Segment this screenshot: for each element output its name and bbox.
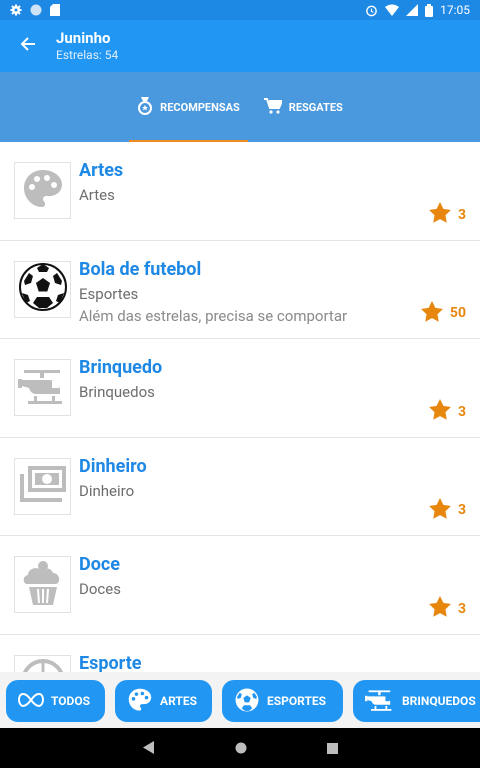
nav-home-button[interactable] [235,739,247,758]
reward-thumbnail [14,359,71,417]
reward-thumbnail [14,457,71,515]
list-item[interactable]: Doce Doces 3 [0,536,480,635]
star-icon [420,300,443,326]
reward-title: Doce [79,554,120,576]
filter-chip-brinquedos[interactable]: BRINQUEDOS [353,680,480,722]
reward-thumbnail [14,654,71,672]
soccer-ball-icon [234,687,260,716]
star-icon [428,497,451,523]
star-icon [428,202,451,227]
helicopter-icon [17,366,68,410]
reward-cost: 3 [428,596,466,621]
star-count: 3 [457,403,466,420]
filter-chip-label: TODOS [51,694,91,708]
system-nav-bar [0,728,480,768]
reward-description: Além das estrelas, precisa se comportar [79,306,348,325]
list-item[interactable]: Artes Artes 3 [0,142,480,241]
star-count: 3 [457,502,466,519]
list-item[interactable]: Brinquedo Brinquedos 3 [0,339,480,438]
reward-category: Dinheiro [79,481,135,500]
palette-icon [127,687,153,716]
filter-chip-todos[interactable]: TODOS [6,680,105,722]
reward-thumbnail [14,556,71,614]
category-filter-bar: TODOS ARTES ESPORTES BRINQUEDOS [0,672,480,728]
nav-recents-button[interactable] [326,739,338,758]
tab-recompensas[interactable]: RECOMPENSAS [125,72,252,142]
filter-chip-label: ESPORTES [267,694,327,708]
tab-label: RECOMPENSAS [160,100,240,114]
medal-icon [137,96,153,118]
stars-count-subtitle: Estrelas: 54 [56,48,119,62]
tab-label: RESGATES [288,100,343,114]
cart-icon [263,97,284,117]
star-icon [428,596,451,621]
palette-icon [21,167,65,215]
reward-cost: 3 [428,202,466,227]
star-count: 50 [449,305,466,322]
filter-chip-artes[interactable]: ARTES [115,680,212,722]
circle-notification-icon [30,4,42,16]
arrow-back-icon [20,36,36,56]
money-icon [18,464,68,508]
helicopter-icon [365,688,395,715]
settings-icon [10,4,22,16]
list-item[interactable]: Bola de futebol Esportes Além das estrel… [0,241,480,340]
star-icon [428,399,451,424]
reward-category: Artes [79,186,115,204]
alarm-icon [365,4,378,17]
list-item[interactable]: Esporte [0,635,480,672]
soccer-ball-icon [18,262,68,316]
reward-cost: 3 [428,497,466,523]
tab-bar: RECOMPENSAS RESGATES [0,72,480,142]
reward-category: Doces [79,580,121,599]
page-title: Juninho [56,29,111,47]
list-item[interactable]: Dinheiro Dinheiro 3 [0,438,480,537]
reward-thumbnail [14,162,71,219]
reward-title: Bola de futebol [79,258,202,280]
rewards-list: Artes Artes 3 Bola de futebol Esportes A… [0,142,480,672]
star-count: 3 [457,206,466,223]
star-count: 3 [457,600,466,617]
reward-category: Brinquedos [79,383,155,402]
reward-title: Esporte [79,652,142,672]
filter-chip-esportes[interactable]: ESPORTES [222,680,343,722]
status-bar: 17:05 [0,0,480,20]
battery-icon [425,3,434,17]
tab-resgates[interactable]: RESGATES [252,72,355,142]
filter-chip-label: ARTES [160,694,197,708]
clock-time: 17:05 [440,3,470,17]
filter-chip-label: BRINQUEDOS [402,694,476,708]
reward-thumbnail [14,260,71,318]
back-button[interactable] [0,20,56,72]
reward-title: Dinheiro [79,455,147,477]
nav-back-button[interactable] [142,739,155,758]
app-bar: Juninho Estrelas: 54 [0,20,480,72]
reward-cost: 3 [428,399,466,424]
signal-icon [406,4,419,16]
cupcake-icon [21,560,65,610]
wifi-icon [385,4,400,16]
reward-cost: 50 [420,300,466,326]
reward-title: Brinquedo [79,357,163,379]
sd-card-icon [50,4,60,16]
ball-icon [20,658,66,672]
infinity-icon [17,692,45,710]
reward-title: Artes [79,160,124,181]
reward-category: Esportes [79,284,139,303]
